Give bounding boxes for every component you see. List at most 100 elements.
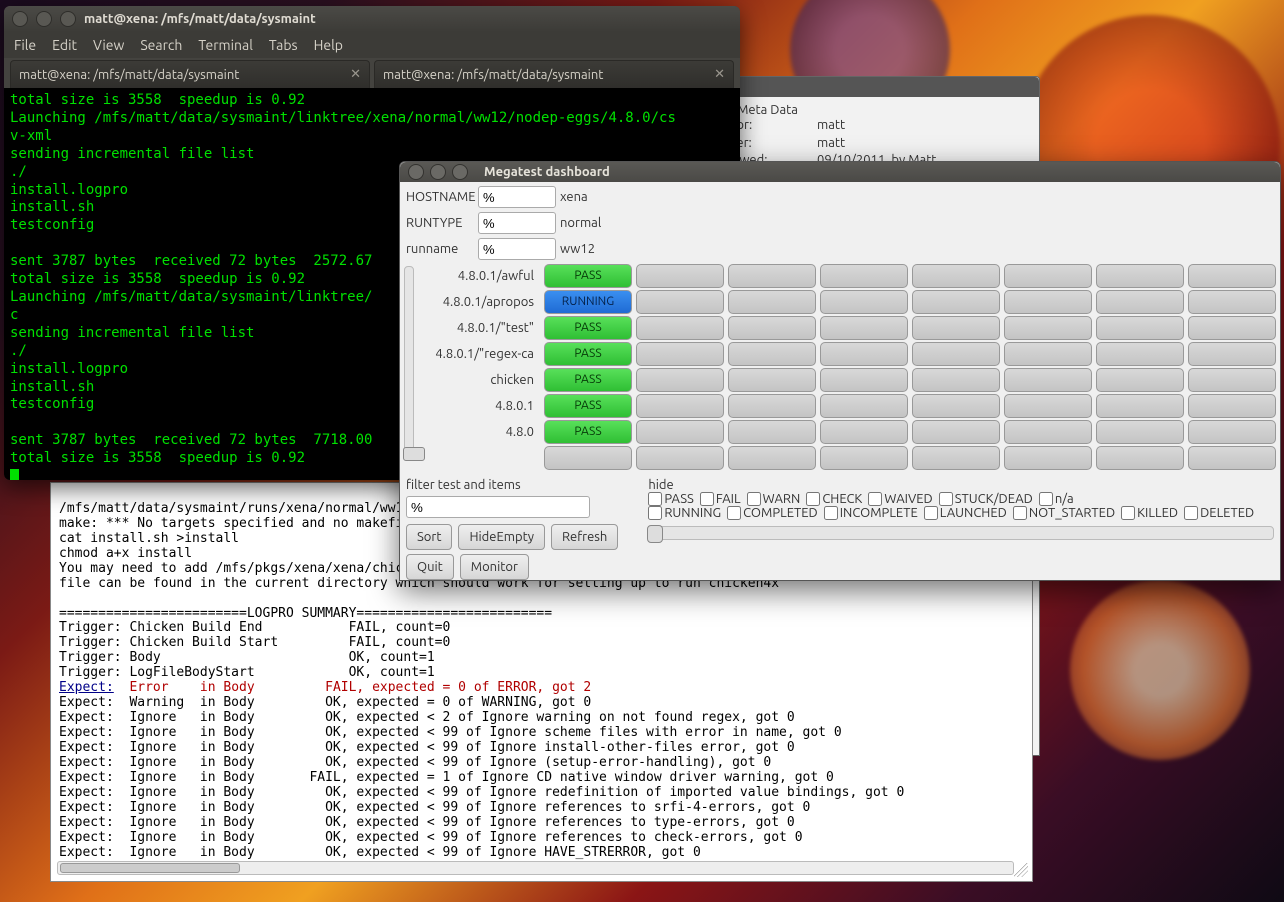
hide-checkbox[interactable]: [1184, 506, 1198, 520]
monitor-button[interactable]: Monitor: [460, 554, 529, 580]
menu-edit[interactable]: Edit: [52, 37, 77, 53]
hide-checkbox[interactable]: [700, 492, 714, 506]
empty-cell[interactable]: [1004, 264, 1092, 288]
hide-checkbox[interactable]: [747, 492, 761, 506]
menu-search[interactable]: Search: [140, 37, 182, 53]
hideempty-button[interactable]: HideEmpty: [458, 524, 545, 550]
empty-cell[interactable]: [912, 368, 1000, 392]
close-icon[interactable]: [12, 11, 28, 27]
menu-file[interactable]: File: [14, 37, 36, 53]
log-scrollbar[interactable]: [57, 861, 1014, 875]
empty-cell[interactable]: [820, 342, 908, 366]
empty-cell[interactable]: [728, 264, 816, 288]
hide-option[interactable]: WARN: [747, 492, 801, 506]
field-input-runname[interactable]: [478, 238, 556, 260]
field-input-runtype[interactable]: [478, 212, 556, 234]
minimize-icon[interactable]: [36, 11, 52, 27]
hide-option[interactable]: INCOMPLETE: [824, 506, 918, 520]
empty-cell[interactable]: [728, 446, 816, 470]
hide-option[interactable]: COMPLETED: [727, 506, 818, 520]
sort-button[interactable]: Sort: [406, 524, 452, 550]
field-input-hostname[interactable]: [478, 186, 556, 208]
menu-view[interactable]: View: [93, 37, 124, 53]
empty-cell[interactable]: [728, 368, 816, 392]
dashboard-titlebar[interactable]: Megatest dashboard: [400, 162, 1280, 182]
empty-cell[interactable]: [1188, 316, 1276, 340]
close-tab-icon[interactable]: ✕: [350, 67, 361, 82]
resize-grip-icon[interactable]: [1014, 863, 1028, 877]
empty-cell[interactable]: [1096, 420, 1184, 444]
menu-terminal[interactable]: Terminal: [198, 37, 253, 53]
empty-cell[interactable]: [728, 420, 816, 444]
hide-option[interactable]: CHECK: [806, 492, 862, 506]
hide-checkbox[interactable]: [1039, 492, 1053, 506]
hide-checkbox[interactable]: [939, 492, 953, 506]
hide-checkbox[interactable]: [824, 506, 838, 520]
empty-cell[interactable]: [820, 264, 908, 288]
close-icon[interactable]: [408, 164, 424, 180]
status-cell[interactable]: RUNNING: [544, 290, 632, 314]
empty-cell[interactable]: [912, 316, 1000, 340]
hide-option[interactable]: KILLED: [1121, 506, 1178, 520]
status-cell[interactable]: PASS: [544, 394, 632, 418]
empty-cell[interactable]: [636, 420, 724, 444]
empty-cell[interactable]: [636, 446, 724, 470]
empty-cell[interactable]: [636, 394, 724, 418]
hide-checkbox[interactable]: [648, 506, 662, 520]
empty-cell[interactable]: [912, 420, 1000, 444]
status-cell[interactable]: [544, 446, 632, 470]
maximize-icon[interactable]: [452, 164, 468, 180]
empty-cell[interactable]: [912, 342, 1000, 366]
empty-cell[interactable]: [1188, 368, 1276, 392]
status-cell[interactable]: PASS: [544, 342, 632, 366]
empty-cell[interactable]: [1004, 290, 1092, 314]
empty-cell[interactable]: [1096, 264, 1184, 288]
hide-option[interactable]: PASS: [648, 492, 694, 506]
empty-cell[interactable]: [728, 290, 816, 314]
horizontal-slider[interactable]: [648, 526, 1274, 540]
empty-cell[interactable]: [1188, 264, 1276, 288]
empty-cell[interactable]: [636, 342, 724, 366]
empty-cell[interactable]: [1004, 342, 1092, 366]
empty-cell[interactable]: [1096, 394, 1184, 418]
hide-option[interactable]: DELETED: [1184, 506, 1254, 520]
empty-cell[interactable]: [728, 342, 816, 366]
hide-checkbox[interactable]: [924, 506, 938, 520]
empty-cell[interactable]: [1004, 316, 1092, 340]
hide-option[interactable]: STUCK/DEAD: [939, 492, 1033, 506]
empty-cell[interactable]: [636, 264, 724, 288]
empty-cell[interactable]: [820, 446, 908, 470]
empty-cell[interactable]: [636, 368, 724, 392]
hide-option[interactable]: NOT_STARTED: [1013, 506, 1115, 520]
refresh-button[interactable]: Refresh: [551, 524, 618, 550]
quit-button[interactable]: Quit: [406, 554, 454, 580]
terminal-titlebar[interactable]: matt@xena: /mfs/matt/data/sysmaint: [4, 6, 740, 32]
empty-cell[interactable]: [1188, 420, 1276, 444]
empty-cell[interactable]: [912, 290, 1000, 314]
status-cell[interactable]: PASS: [544, 264, 632, 288]
status-cell[interactable]: PASS: [544, 316, 632, 340]
empty-cell[interactable]: [728, 316, 816, 340]
menu-tabs[interactable]: Tabs: [269, 37, 298, 53]
terminal-tab[interactable]: matt@xena: /mfs/matt/data/sysmaint ✕: [10, 60, 370, 88]
empty-cell[interactable]: [820, 290, 908, 314]
empty-cell[interactable]: [1188, 446, 1276, 470]
empty-cell[interactable]: [820, 368, 908, 392]
empty-cell[interactable]: [1096, 290, 1184, 314]
empty-cell[interactable]: [912, 394, 1000, 418]
hide-option[interactable]: WAIVED: [868, 492, 932, 506]
empty-cell[interactable]: [636, 290, 724, 314]
empty-cell[interactable]: [1004, 420, 1092, 444]
status-cell[interactable]: PASS: [544, 368, 632, 392]
empty-cell[interactable]: [1096, 316, 1184, 340]
hide-option[interactable]: RUNNING: [648, 506, 721, 520]
close-tab-icon[interactable]: ✕: [714, 67, 725, 82]
hide-option[interactable]: n/a: [1039, 492, 1074, 506]
status-cell[interactable]: PASS: [544, 420, 632, 444]
empty-cell[interactable]: [636, 316, 724, 340]
empty-cell[interactable]: [1004, 446, 1092, 470]
vertical-slider[interactable]: [404, 266, 414, 456]
empty-cell[interactable]: [1096, 368, 1184, 392]
hide-checkbox[interactable]: [868, 492, 882, 506]
empty-cell[interactable]: [820, 420, 908, 444]
